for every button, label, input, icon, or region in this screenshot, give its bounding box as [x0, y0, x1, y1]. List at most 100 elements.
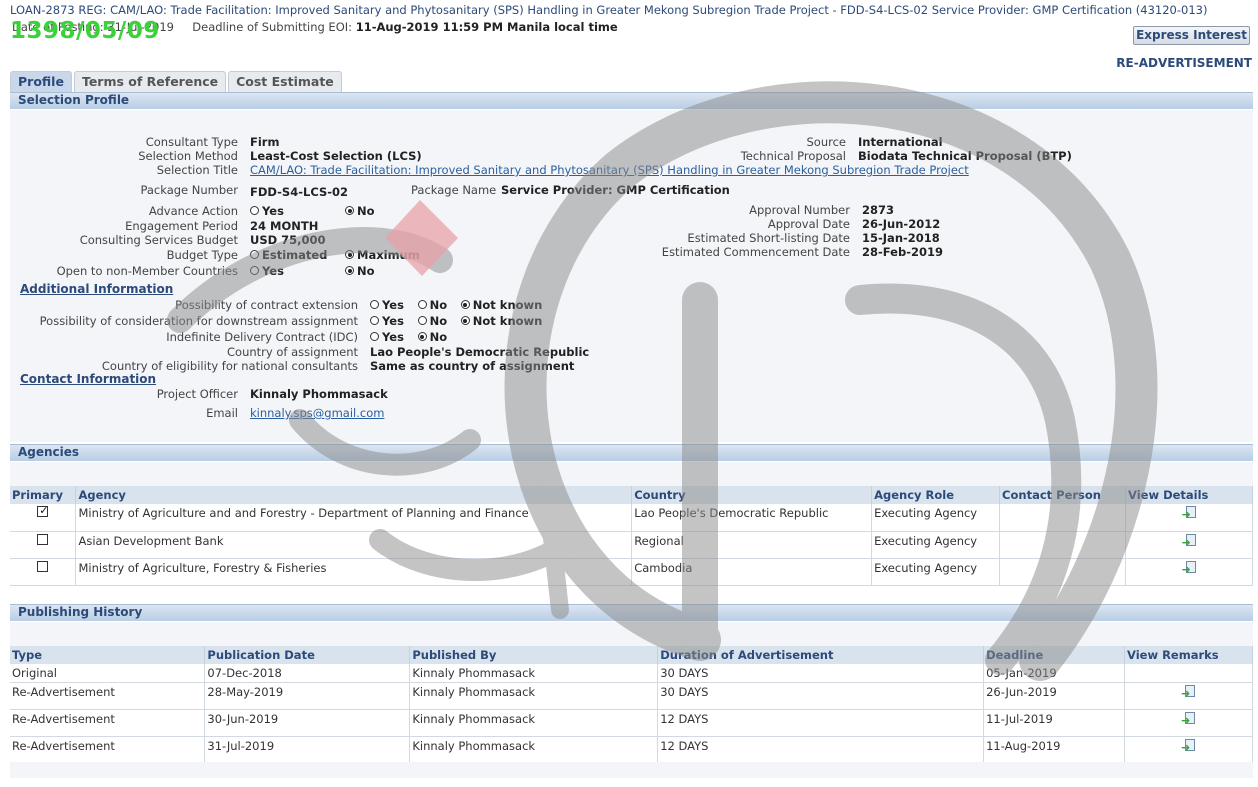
tab-bar: Profile Terms of Reference Cost Estimate: [10, 71, 342, 92]
budget-type-estimated[interactable]: Estimated: [250, 248, 337, 262]
agencies-header-row: Primary Agency Country Agency Role Conta…: [10, 486, 1253, 504]
radio-icon: [370, 316, 379, 325]
date-cell: 31-Jul-2019: [204, 736, 411, 764]
commencement-label: Estimated Commencement Date: [661, 245, 850, 259]
table-row: Re-Advertisement 28-May-2019 Kinnaly Pho…: [10, 682, 1253, 710]
engagement-period-value: 24 MONTH: [250, 219, 319, 233]
agencies-panel: [10, 462, 1253, 486]
checkbox-unchecked[interactable]: [37, 560, 49, 572]
radio-selected-icon: [460, 300, 470, 309]
budget-label: Consulting Services Budget: [79, 233, 238, 247]
selection-profile-header: Selection Profile: [10, 92, 1253, 109]
non-member-no[interactable]: No: [345, 264, 385, 278]
shortlisting-value: 15-Jan-2018: [862, 231, 940, 245]
col-published-by: Published By: [409, 646, 659, 664]
date-cell: 30-Jun-2019: [204, 709, 411, 737]
col-contact-person: Contact Person: [999, 486, 1126, 504]
primary-cell: [10, 558, 77, 586]
additional-info-heading[interactable]: Additional Information: [20, 282, 173, 296]
technical-proposal-label: Technical Proposal: [740, 149, 846, 163]
source-label: Source: [806, 135, 847, 149]
project-officer-label: Project Officer: [156, 387, 238, 401]
non-member-yes[interactable]: Yes: [250, 264, 294, 278]
checkbox-checked[interactable]: [37, 504, 48, 517]
checkbox-unchecked[interactable]: [37, 533, 49, 545]
contact-cell: [999, 531, 1126, 559]
duration-cell: 30 DAYS: [657, 664, 985, 683]
col-type: Type: [10, 646, 206, 664]
extension-options[interactable]: Yes No Not known: [370, 298, 552, 312]
role-cell: Executing Agency: [871, 531, 1001, 559]
agency-cell: Asian Development Bank: [75, 531, 633, 559]
tab-cost-estimate[interactable]: Cost Estimate: [228, 71, 342, 92]
extension-label: Possibility of contract extension: [175, 298, 358, 312]
deadline-value: 11-Aug-2019 11:59 PM Manila local time: [355, 20, 618, 34]
advance-action-yes[interactable]: Yes: [250, 204, 294, 218]
budget-value: USD 75,000: [250, 233, 326, 247]
package-number-label: Package Number: [140, 183, 238, 197]
selection-method-label: Selection Method: [138, 149, 238, 163]
date-stamp: 1398/05/09: [10, 18, 160, 44]
col-view-details: View Details: [1125, 486, 1253, 504]
page-title: LOAN-2873 REG: CAM/LAO: Trade Facilitati…: [10, 3, 1208, 17]
radio-selected-icon: [417, 332, 427, 341]
table-row: Ministry of Agriculture and and Forestry…: [10, 504, 1253, 532]
view-details-icon[interactable]: ➜: [1182, 533, 1197, 548]
downstream-label: Possibility of consideration for downstr…: [39, 314, 358, 328]
remarks-cell: ➜: [1124, 709, 1253, 737]
deadline-label: Deadline of Submitting EOI:: [192, 20, 353, 34]
published-by-cell: Kinnaly Phommasack: [409, 709, 659, 737]
selection-title-link[interactable]: CAM/LAO: Trade Facilitation: Improved Sa…: [250, 163, 969, 177]
tab-terms-of-reference[interactable]: Terms of Reference: [73, 71, 227, 92]
deadline-cell: 26-Jun-2019: [983, 682, 1125, 710]
primary-cell: [10, 504, 77, 532]
publishing-history-header: Publishing History: [10, 604, 1253, 621]
table-row: Original 07-Dec-2018 Kinnaly Phommasack …: [10, 664, 1253, 683]
type-cell: Re-Advertisement: [10, 682, 206, 710]
view-remarks-icon[interactable]: ➜: [1181, 685, 1196, 699]
view-remarks-icon[interactable]: ➜: [1181, 739, 1196, 753]
view-details-icon[interactable]: ➜: [1182, 506, 1197, 520]
date-cell: 28-May-2019: [204, 682, 411, 710]
approval-date-value: 26-Jun-2012: [862, 217, 941, 231]
radio-selected-icon: [345, 250, 354, 259]
country-assignment-value: Lao People's Democratic Republic: [370, 345, 590, 359]
country-cell: Lao People's Democratic Republic: [631, 504, 873, 532]
selection-method-value: Least-Cost Selection (LCS): [250, 149, 422, 163]
status-badge: RE-ADVERTISEMENT: [1116, 56, 1252, 70]
tab-profile[interactable]: Profile: [10, 71, 72, 92]
downstream-options[interactable]: Yes No Not known: [370, 314, 552, 328]
view-details-cell: ➜: [1125, 558, 1253, 586]
col-deadline: Deadline: [983, 646, 1125, 664]
type-cell: Original: [10, 664, 206, 683]
deadline-cell: 11-Aug-2019: [983, 736, 1125, 764]
published-by-cell: Kinnaly Phommasack: [409, 664, 659, 683]
advance-action-no[interactable]: No: [345, 204, 385, 218]
publishing-panel: [10, 622, 1253, 646]
date-cell: 07-Dec-2018: [204, 664, 411, 683]
view-details-icon[interactable]: ➜: [1182, 560, 1197, 575]
approval-number-label: Approval Number: [749, 203, 850, 217]
col-agency-role: Agency Role: [871, 486, 1001, 504]
idc-options[interactable]: Yes No: [370, 330, 457, 344]
radio-icon: [370, 332, 379, 341]
primary-cell: [10, 531, 77, 559]
express-interest-button[interactable]: Express Interest: [1133, 26, 1250, 45]
radio-icon: [417, 300, 427, 309]
radio-icon: [250, 206, 259, 215]
package-number-value: FDD-S4-LCS-02: [250, 185, 349, 199]
remarks-cell: ➜: [1124, 736, 1253, 764]
email-label: Email: [206, 406, 238, 420]
contact-info-heading[interactable]: Contact Information: [20, 372, 156, 386]
remarks-cell: ➜: [1124, 682, 1253, 710]
table-row: Re-Advertisement 30-Jun-2019 Kinnaly Pho…: [10, 709, 1253, 737]
deadline-cell: 05-Jan-2019: [983, 664, 1125, 683]
published-by-cell: Kinnaly Phommasack: [409, 682, 659, 710]
email-link[interactable]: kinnaly.sps@gmail.com: [250, 406, 384, 420]
budget-type-maximum[interactable]: Maximum: [345, 248, 430, 262]
col-view-remarks: View Remarks: [1124, 646, 1253, 664]
commencement-value: 28-Feb-2019: [862, 245, 943, 259]
view-remarks-icon[interactable]: ➜: [1181, 712, 1196, 726]
type-cell: Re-Advertisement: [10, 736, 206, 764]
radio-icon: [250, 250, 259, 259]
